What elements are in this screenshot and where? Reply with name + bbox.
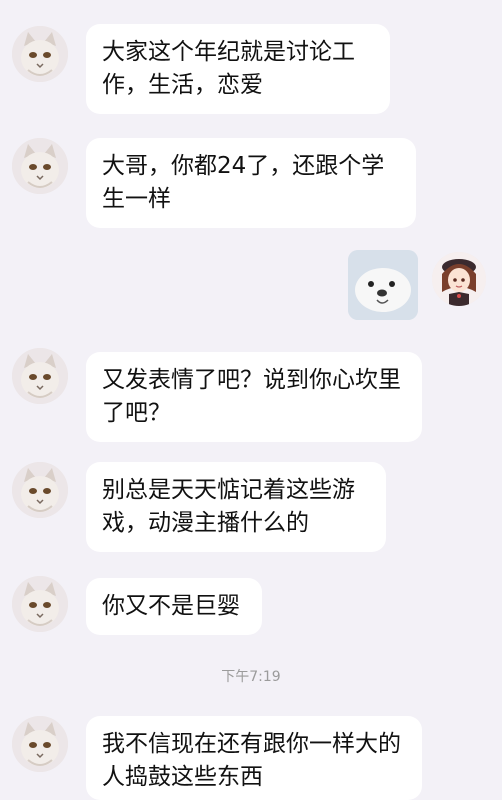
contact-avatar-cat[interactable]	[12, 462, 68, 518]
cat-avatar-icon	[12, 26, 68, 82]
message-bubble[interactable]: 大家这个年纪就是讨论工作，生活，恋爱	[86, 24, 390, 114]
anime-girl-avatar-icon	[432, 252, 486, 306]
message-bubble[interactable]: 我不信现在还有跟你一样大的人捣鼓这些东西	[86, 716, 422, 800]
contact-avatar-cat[interactable]	[12, 716, 68, 772]
message-bubble[interactable]: 又发表情了吧？说到你心坎里了吧？	[86, 352, 422, 442]
message-bubble[interactable]: 大哥，你都24了，还跟个学生一样	[86, 138, 416, 228]
contact-avatar-cat[interactable]	[12, 348, 68, 404]
cat-avatar-icon	[12, 576, 68, 632]
chat-window: 大家这个年纪就是讨论工作，生活，恋爱 大哥，你都24了，还跟个学生一样 又发表情…	[0, 0, 502, 800]
cat-avatar-icon	[12, 348, 68, 404]
message-bubble[interactable]: 你又不是巨婴	[86, 578, 262, 635]
contact-avatar-cat[interactable]	[12, 26, 68, 82]
sticker-message[interactable]	[348, 250, 418, 320]
user-avatar-anime-girl[interactable]	[432, 252, 486, 306]
cat-avatar-icon	[12, 716, 68, 772]
contact-avatar-cat[interactable]	[12, 576, 68, 632]
cat-avatar-icon	[12, 138, 68, 194]
contact-avatar-cat[interactable]	[12, 138, 68, 194]
message-bubble[interactable]: 别总是天天惦记着这些游戏，动漫主播什么的	[86, 462, 386, 552]
message-timestamp: 下午7:19	[221, 669, 281, 685]
cat-avatar-icon	[12, 462, 68, 518]
white-dog-meme-icon	[348, 250, 418, 320]
